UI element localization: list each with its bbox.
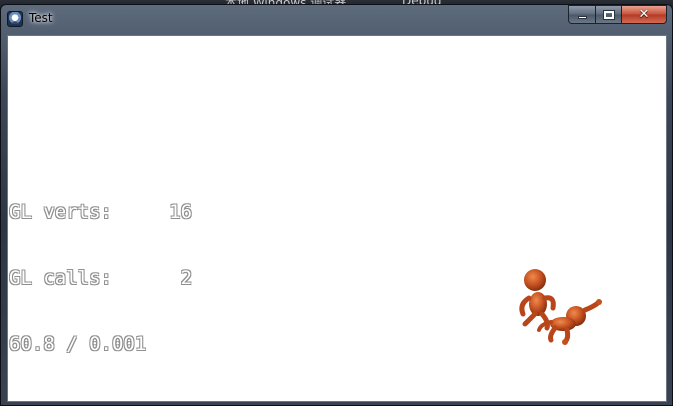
gl-calls-value: 2	[180, 267, 193, 289]
window-title: Test	[29, 11, 53, 25]
screen: 本地 Windows 调试器 Debug Test ✕	[0, 0, 673, 406]
gl-verts-row: GL verts: 16	[9, 201, 192, 223]
close-button[interactable]: ✕	[621, 5, 667, 24]
title-bar[interactable]: Test ✕	[1, 5, 672, 33]
gl-viewport[interactable]: GL verts: 16 GL calls: 2 60.8 / 0.001	[7, 35, 667, 402]
rendered-3d-model	[519, 269, 602, 345]
maximize-icon	[602, 9, 615, 20]
minimize-icon	[577, 16, 587, 19]
maximize-button[interactable]	[595, 5, 621, 24]
close-icon: ✕	[638, 7, 650, 22]
gl-calls-label: GL calls:	[9, 267, 112, 289]
minimize-button[interactable]	[568, 5, 595, 24]
app-icon[interactable]	[7, 11, 23, 27]
app-window: Test ✕ GL verts: 16 GL calls: 2 60.8 / 0…	[0, 4, 673, 406]
fps-line: 60.8 / 0.001	[9, 333, 147, 355]
gl-verts-value: 16	[169, 201, 193, 223]
gl-stats-overlay: GL verts: 16 GL calls: 2 60.8 / 0.001	[9, 157, 192, 399]
caption-buttons: ✕	[568, 5, 667, 24]
gl-verts-label: GL verts:	[9, 201, 112, 223]
gl-calls-row: GL calls: 2	[9, 267, 192, 289]
